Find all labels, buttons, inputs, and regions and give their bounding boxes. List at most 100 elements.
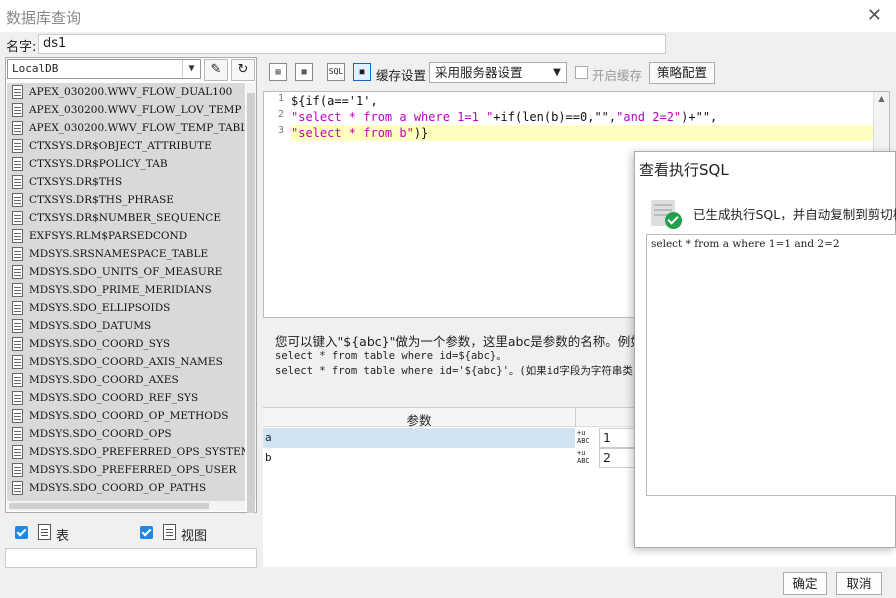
table-icon <box>12 409 23 423</box>
table-checkbox[interactable] <box>15 526 28 539</box>
edit-icon: ✎ <box>210 62 222 77</box>
list-item[interactable]: APEX_030200.WWV_FLOW_DUAL100 <box>7 83 245 101</box>
table-name: MDSYS.SDO_COORD_AXES <box>29 374 179 386</box>
list-item[interactable]: MDSYS.SDO_COORD_OP_PATHS <box>7 479 245 497</box>
view-checkbox-label: 视图 <box>181 529 208 544</box>
table-browser-panel: LocalDB ▼ ✎ ↻ APEX_030200.WWV_FLOW_DUAL1… <box>5 57 257 513</box>
refresh-button[interactable]: ↻ <box>231 59 255 81</box>
list-item[interactable]: MDSYS.SDO_COORD_AXIS_NAMES <box>7 353 245 371</box>
table-name: MDSYS.SDO_COORD_REF_SYS <box>29 392 199 404</box>
table-list-horizontal-scrollbar[interactable] <box>7 501 245 511</box>
connection-select-value: LocalDB <box>12 62 59 75</box>
list-item[interactable]: MDSYS.SDO_COORD_OPS <box>7 425 245 443</box>
cache-settings-icon[interactable]: ■ <box>353 63 371 81</box>
list-item[interactable]: CTXSYS.DR$THS_PHRASE <box>7 191 245 209</box>
connection-select[interactable]: LocalDB ▼ <box>7 59 201 79</box>
close-icon[interactable]: ✕ <box>867 5 882 26</box>
list-item[interactable]: MDSYS.SRSNAMESPACE_TABLE <box>7 245 245 263</box>
name-row: 名字: ds1 <box>0 32 896 56</box>
chevron-down-icon[interactable]: ▼ <box>548 63 566 82</box>
list-item[interactable]: APEX_030200.WWV_FLOW_LOV_TEMP <box>7 101 245 119</box>
title-bar: 数据库查询 ✕ <box>0 0 896 32</box>
line-number: 3 <box>277 125 284 136</box>
table-name: CTXSYS.DR$NUMBER_SEQUENCE <box>29 212 221 224</box>
list-item[interactable]: MDSYS.SDO_COORD_AXES <box>7 371 245 389</box>
line-number: 1 <box>277 93 284 104</box>
table-icon <box>12 247 23 261</box>
list-item[interactable]: MDSYS.SDO_COORD_OP_METHODS <box>7 407 245 425</box>
list-item[interactable]: MDSYS.SDO_DATUMS <box>7 317 245 335</box>
string-type-icon[interactable]: +u ABC <box>576 449 598 467</box>
param-name: a <box>263 428 575 448</box>
list-item[interactable]: MDSYS.SDO_COORD_SYS <box>7 335 245 353</box>
check-icon <box>665 212 682 229</box>
list-item[interactable]: MDSYS.SDO_ELLIPSOIDS <box>7 299 245 317</box>
line-number: 2 <box>277 109 284 120</box>
table-name: CTXSYS.DR$THS_PHRASE <box>29 194 174 206</box>
table-icon <box>12 103 23 117</box>
list-item[interactable]: MDSYS.SDO_UNITS_OF_MEASURE <box>7 263 245 281</box>
table-name: MDSYS.SDO_ELLIPSOIDS <box>29 302 171 314</box>
table-icon <box>12 319 23 333</box>
list-item[interactable]: EXFSYS.RLM$PARSEDCOND <box>7 227 245 245</box>
table-icon <box>12 265 23 279</box>
table-icon <box>12 139 23 153</box>
string-type-icon[interactable]: +u ABC <box>576 429 598 447</box>
table-name: MDSYS.SRSNAMESPACE_TABLE <box>29 248 209 260</box>
table-name: APEX_030200.WWV_FLOW_LOV_TEMP <box>29 104 242 116</box>
object-type-filters: 表 视图 <box>5 518 257 548</box>
cancel-button[interactable]: 取消 <box>836 572 882 595</box>
scroll-up-icon[interactable]: ▲ <box>874 92 889 106</box>
strategy-config-button[interactable]: 策略配置 <box>649 62 715 84</box>
enable-cache-checkbox[interactable] <box>575 66 588 79</box>
param-column-header: 参数 <box>406 413 432 428</box>
table-icon <box>12 157 23 171</box>
list-item[interactable]: MDSYS.SDO_PREFERRED_OPS_SYSTEM <box>7 443 245 461</box>
list-item[interactable]: MDSYS.SDO_PREFERRED_OPS_USER <box>7 461 245 479</box>
table-name: APEX_030200.WWV_FLOW_TEMP_TABLE <box>29 122 245 134</box>
preview-icon[interactable]: ▤ <box>269 63 287 81</box>
table-name: EXFSYS.RLM$PARSEDCOND <box>29 230 188 242</box>
table-icon <box>12 193 23 207</box>
table-list: APEX_030200.WWV_FLOW_DUAL100 APEX_030200.… <box>7 83 245 501</box>
table-icon <box>12 121 23 135</box>
sql-icon[interactable]: SQL <box>327 63 345 81</box>
table-name: CTXSYS.DR$OBJECT_ATTRIBUTE <box>29 140 212 152</box>
executed-sql-text[interactable]: select * from a where 1=1 and 2=2 <box>646 234 896 496</box>
list-item[interactable]: CTXSYS.DR$NUMBER_SEQUENCE <box>7 209 245 227</box>
window-title: 数据库查询 <box>6 9 82 27</box>
table-icon <box>12 391 23 405</box>
param-name: b <box>265 451 272 464</box>
cache-mode-select[interactable]: 采用服务器设置 ▼ <box>429 62 567 83</box>
table-icon <box>12 229 23 243</box>
list-item[interactable]: CTXSYS.DR$OBJECT_ATTRIBUTE <box>7 137 245 155</box>
table-name: MDSYS.SDO_COORD_OP_PATHS <box>29 482 207 494</box>
table-name: MDSYS.SDO_PREFERRED_OPS_SYSTEM <box>29 446 245 458</box>
list-item[interactable]: CTXSYS.DR$THS <box>7 173 245 191</box>
list-item[interactable]: CTXSYS.DR$POLICY_TAB <box>7 155 245 173</box>
ok-button[interactable]: 确定 <box>783 572 827 595</box>
table-icon <box>12 175 23 189</box>
name-input[interactable]: ds1 <box>38 34 666 54</box>
view-checkbox[interactable] <box>140 526 153 539</box>
view-icon <box>163 524 176 540</box>
dialog-message: 已生成执行SQL，并自动复制到剪切板 <box>693 207 896 222</box>
help-line-3: select * from table where id='${abc}'。(如… <box>275 365 633 377</box>
list-item[interactable]: APEX_030200.WWV_FLOW_TEMP_TABLE <box>7 119 245 137</box>
chevron-down-icon[interactable]: ▼ <box>182 60 200 78</box>
table-icon <box>38 524 51 540</box>
line-number-gutter: 1 2 3 <box>264 92 288 317</box>
list-item[interactable]: MDSYS.SDO_PRIME_MERIDIANS <box>7 281 245 299</box>
table-name: MDSYS.SDO_COORD_OP_METHODS <box>29 410 229 422</box>
table-name: MDSYS.SDO_PREFERRED_OPS_USER <box>29 464 237 476</box>
table-list-vertical-scrollbar[interactable] <box>246 83 256 513</box>
table-name: CTXSYS.DR$POLICY_TAB <box>29 158 168 170</box>
edit-connection-button[interactable]: ✎ <box>204 59 228 81</box>
format-icon[interactable]: ▦ <box>295 63 313 81</box>
table-name: MDSYS.SDO_COORD_AXIS_NAMES <box>29 356 223 368</box>
list-item[interactable]: MDSYS.SDO_COORD_REF_SYS <box>7 389 245 407</box>
table-icon <box>12 211 23 225</box>
code-line-2: "select * from a where 1=1 "+if(len(b)==… <box>291 110 718 124</box>
table-search-box[interactable] <box>5 548 257 568</box>
cache-settings-label[interactable]: 缓存设置 <box>376 65 426 84</box>
